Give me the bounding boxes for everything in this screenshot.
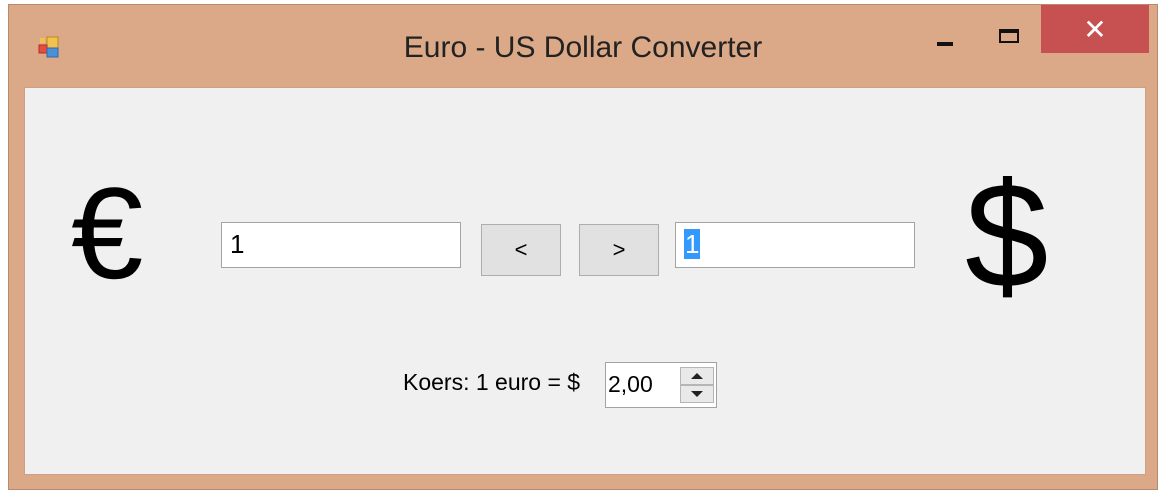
- app-window: Euro - US Dollar Converter ✕ € 1 < > 1 $…: [8, 4, 1158, 490]
- client-area: € 1 < > 1 $ Koers: 1 euro = $ 2,00: [24, 87, 1146, 475]
- rate-decrement-button[interactable]: [680, 385, 714, 403]
- rate-label: Koers: 1 euro = $: [403, 369, 581, 395]
- dollar-amount-selected-text: 1: [684, 229, 701, 259]
- maximize-icon: [999, 29, 1019, 43]
- close-icon: ✕: [1083, 13, 1107, 46]
- close-button[interactable]: ✕: [1041, 5, 1149, 53]
- chevron-up-icon: [691, 373, 703, 379]
- convert-to-dollar-button[interactable]: >: [579, 224, 659, 276]
- minimize-button[interactable]: [923, 9, 967, 53]
- euro-symbol: €: [71, 160, 144, 306]
- rate-value[interactable]: 2,00: [608, 371, 653, 398]
- euro-amount-input[interactable]: 1: [221, 222, 461, 268]
- rate-increment-button[interactable]: [680, 367, 714, 385]
- rate-stepper[interactable]: 2,00: [605, 362, 717, 408]
- maximize-button[interactable]: [987, 9, 1033, 53]
- window-title: Euro - US Dollar Converter: [403, 31, 763, 64]
- chevron-down-icon: [691, 391, 703, 397]
- dollar-amount-input[interactable]: 1: [675, 222, 915, 268]
- title-bar[interactable]: Euro - US Dollar Converter ✕: [9, 5, 1157, 83]
- convert-to-euro-button[interactable]: <: [481, 224, 561, 276]
- minimize-icon: [937, 42, 953, 46]
- rate-spinner: [680, 367, 714, 403]
- dollar-symbol: $: [965, 151, 1049, 319]
